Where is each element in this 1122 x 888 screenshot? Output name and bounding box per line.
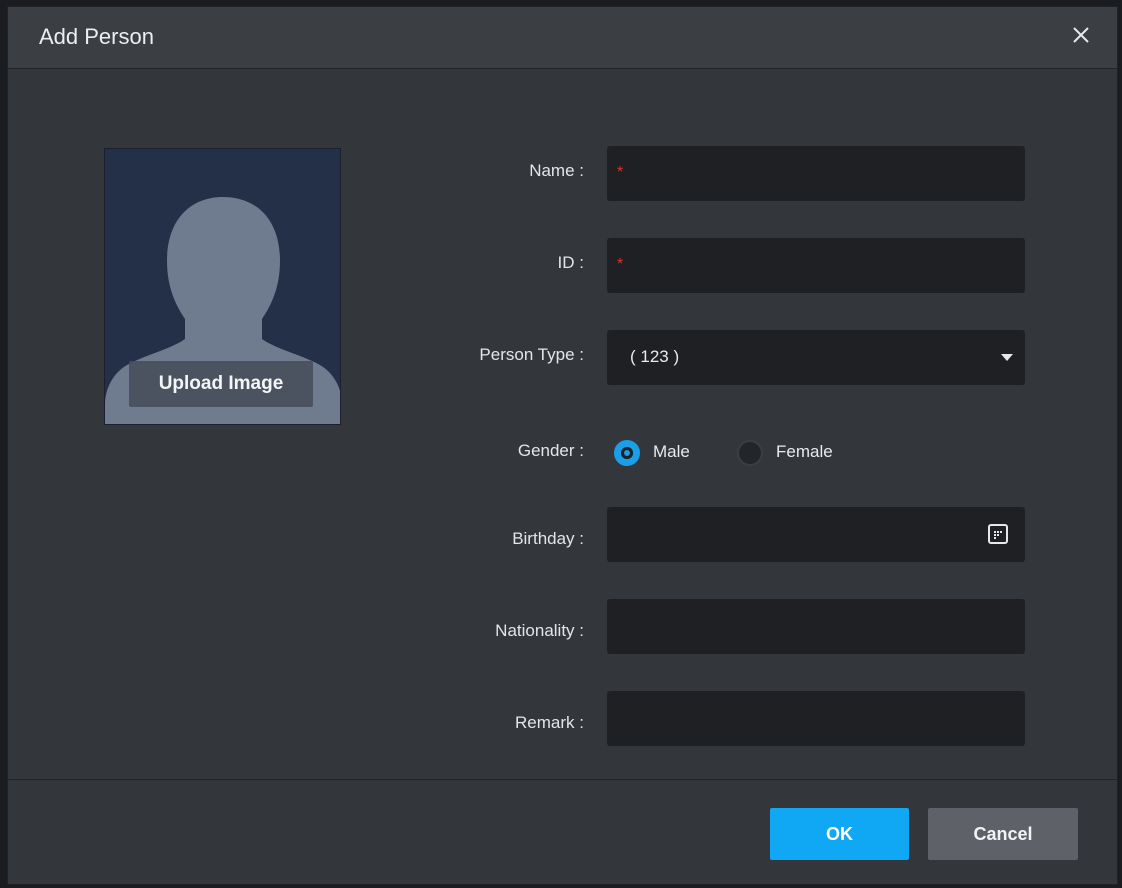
remark-input[interactable] [607, 691, 1025, 746]
gender-female-radio[interactable] [737, 440, 763, 466]
avatar-upload-area[interactable]: Upload Image [104, 148, 341, 425]
person-type-label: Person Type : [479, 345, 584, 364]
add-person-dialog: Add Person Upload Image Name : * ID : * … [7, 6, 1118, 885]
birthday-label: Birthday : [512, 529, 584, 548]
required-mark: * [617, 164, 624, 181]
gender-male-radio[interactable] [614, 440, 640, 466]
birthday-input[interactable] [607, 507, 1025, 562]
dialog-titlebar: Add Person [8, 7, 1117, 69]
person-type-select[interactable]: ( 123 ) [607, 330, 1025, 385]
name-input[interactable]: * [607, 146, 1025, 201]
remark-label: Remark : [515, 713, 584, 732]
cancel-button[interactable]: Cancel [928, 808, 1078, 860]
upload-image-button[interactable]: Upload Image [129, 361, 313, 407]
person-type-value: ( 123 ) [630, 347, 680, 366]
id-input[interactable]: * [607, 238, 1025, 293]
gender-label: Gender : [517, 441, 584, 460]
nationality-label: Nationality : [495, 621, 584, 640]
required-mark: * [617, 256, 624, 273]
close-button[interactable] [1067, 21, 1095, 49]
name-label: Name : [529, 161, 584, 180]
gender-male-label[interactable]: Male [653, 442, 690, 462]
id-label: ID : [557, 253, 584, 272]
ok-button[interactable]: OK [770, 808, 909, 860]
radio-selected-dot [624, 450, 630, 456]
dropdown-caret-icon [1001, 354, 1013, 361]
calendar-icon[interactable] [988, 524, 1008, 544]
dialog-footer: OK Cancel [8, 779, 1117, 884]
close-icon [1073, 27, 1089, 43]
nationality-input[interactable] [607, 599, 1025, 654]
dialog-title: Add Person [39, 24, 154, 49]
gender-female-label[interactable]: Female [776, 442, 833, 462]
